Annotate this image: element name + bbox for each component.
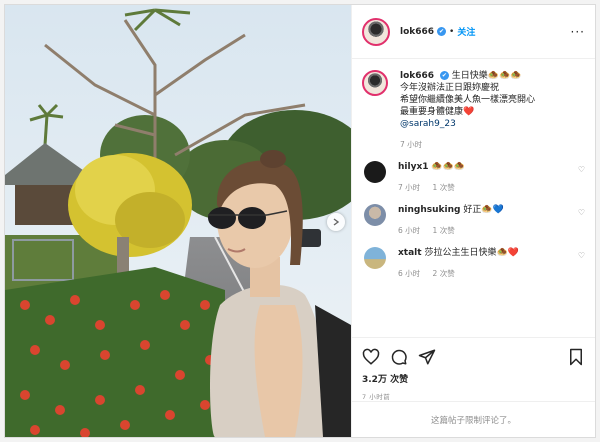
author-avatar[interactable] xyxy=(362,17,390,46)
likes-count[interactable]: 3.2万 次赞 xyxy=(362,372,585,385)
caption-body: lok666 ✔ 生日快樂🧆🧆🧆 今年沒辦法正日跟妳慶祝 希望你繼續像美人魚一樣… xyxy=(400,70,585,151)
comments-list[interactable]: lok666 ✔ 生日快樂🧆🧆🧆 今年沒辦法正日跟妳慶祝 希望你繼續像美人魚一樣… xyxy=(352,60,595,335)
commenter-avatar[interactable] xyxy=(364,204,386,226)
verified-icon: ✔ xyxy=(437,27,447,36)
small-heart-icon[interactable]: ♡ xyxy=(578,251,585,260)
caption-avatar[interactable] xyxy=(362,70,388,96)
comment-icon[interactable] xyxy=(390,348,408,366)
post-image-illustration xyxy=(5,5,351,437)
comment-text: 莎拉公主生日快樂🧆❤️ xyxy=(424,248,519,258)
caption-time[interactable]: 7 小时 xyxy=(400,140,422,149)
caption-line-2: 今年沒辦法正日跟妳慶祝 xyxy=(400,83,500,93)
comment-likes[interactable]: 2 次赞 xyxy=(433,269,455,278)
caption-mention[interactable]: @sarah9_23 xyxy=(400,119,456,129)
comment-text: 好正🧆💙 xyxy=(463,205,504,215)
caption-meta: 7 小时 xyxy=(400,139,585,151)
comment-time[interactable]: 6 小时 xyxy=(398,269,420,278)
caption-username[interactable]: lok666 xyxy=(400,71,434,81)
post-side-panel: lok666 ✔ • 关注 ··· lok666 ✔ 生日快樂🧆🧆🧆 今年沒辦法… xyxy=(351,5,595,437)
instagram-post-modal: lok666 ✔ • 关注 ··· lok666 ✔ 生日快樂🧆🧆🧆 今年沒辦法… xyxy=(4,4,596,438)
comments-limited-notice: 这篇帖子限制评论了。 xyxy=(352,401,595,437)
caption: lok666 ✔ 生日快樂🧆🧆🧆 今年沒辦法正日跟妳慶祝 希望你繼續像美人魚一樣… xyxy=(362,70,585,151)
post-actions: 3.2万 次赞 7 小时前 xyxy=(352,337,595,401)
comment-username[interactable]: xtalt xyxy=(398,248,422,258)
commenter-avatar[interactable] xyxy=(364,161,386,183)
comment-meta: 6 小时 2 次赞 xyxy=(398,268,572,280)
small-heart-icon[interactable]: ♡ xyxy=(578,165,585,174)
next-arrow-icon xyxy=(333,218,340,226)
post-timestamp[interactable]: 7 小时前 xyxy=(362,391,585,401)
caption-line-1: 生日快樂🧆🧆🧆 xyxy=(451,71,522,81)
follow-button[interactable]: 关注 xyxy=(457,25,475,38)
heart-icon[interactable] xyxy=(362,348,380,366)
comment-meta: 7 小时 1 次赞 xyxy=(398,182,572,194)
caption-line-3: 希望你繼續像美人魚一樣漂亮開心 xyxy=(400,95,536,105)
comment-item: ninghsuking 好正🧆💙 6 小时 1 次赞 ♡ xyxy=(362,204,585,237)
more-options-icon[interactable]: ··· xyxy=(571,25,585,39)
comment-time[interactable]: 7 小时 xyxy=(398,183,420,192)
comment-time[interactable]: 6 小时 xyxy=(398,226,420,235)
share-icon[interactable] xyxy=(418,348,436,366)
comment-username[interactable]: hilyx1 xyxy=(398,162,429,172)
comment-body: hilyx1 🧆🧆🧆 7 小时 1 次赞 xyxy=(398,161,572,194)
next-photo-button[interactable] xyxy=(327,213,345,231)
comment-item: xtalt 莎拉公主生日快樂🧆❤️ 6 小时 2 次赞 ♡ xyxy=(362,247,585,280)
commenter-avatar[interactable] xyxy=(364,247,386,269)
post-header: lok666 ✔ • 关注 ··· xyxy=(352,5,595,59)
comment-body: ninghsuking 好正🧆💙 6 小时 1 次赞 xyxy=(398,204,572,237)
comment-item: hilyx1 🧆🧆🧆 7 小时 1 次赞 ♡ xyxy=(362,161,585,194)
action-icons-bar xyxy=(362,344,585,370)
comment-username[interactable]: ninghsuking xyxy=(398,205,460,215)
comment-likes[interactable]: 1 次赞 xyxy=(433,183,455,192)
save-icon[interactable] xyxy=(567,348,585,366)
verified-icon: ✔ xyxy=(439,71,449,80)
comment-text: 🧆🧆🧆 xyxy=(431,162,466,172)
comment-body: xtalt 莎拉公主生日快樂🧆❤️ 6 小时 2 次赞 xyxy=(398,247,572,280)
author-username[interactable]: lok666 xyxy=(400,27,434,37)
small-heart-icon[interactable]: ♡ xyxy=(578,208,585,217)
post-photo[interactable] xyxy=(5,5,351,437)
caption-line-4: 最重要身體健康❤️ xyxy=(400,107,475,117)
separator-dot: • xyxy=(449,26,455,37)
comment-likes[interactable]: 1 次赞 xyxy=(433,226,455,235)
comment-meta: 6 小时 1 次赞 xyxy=(398,225,572,237)
